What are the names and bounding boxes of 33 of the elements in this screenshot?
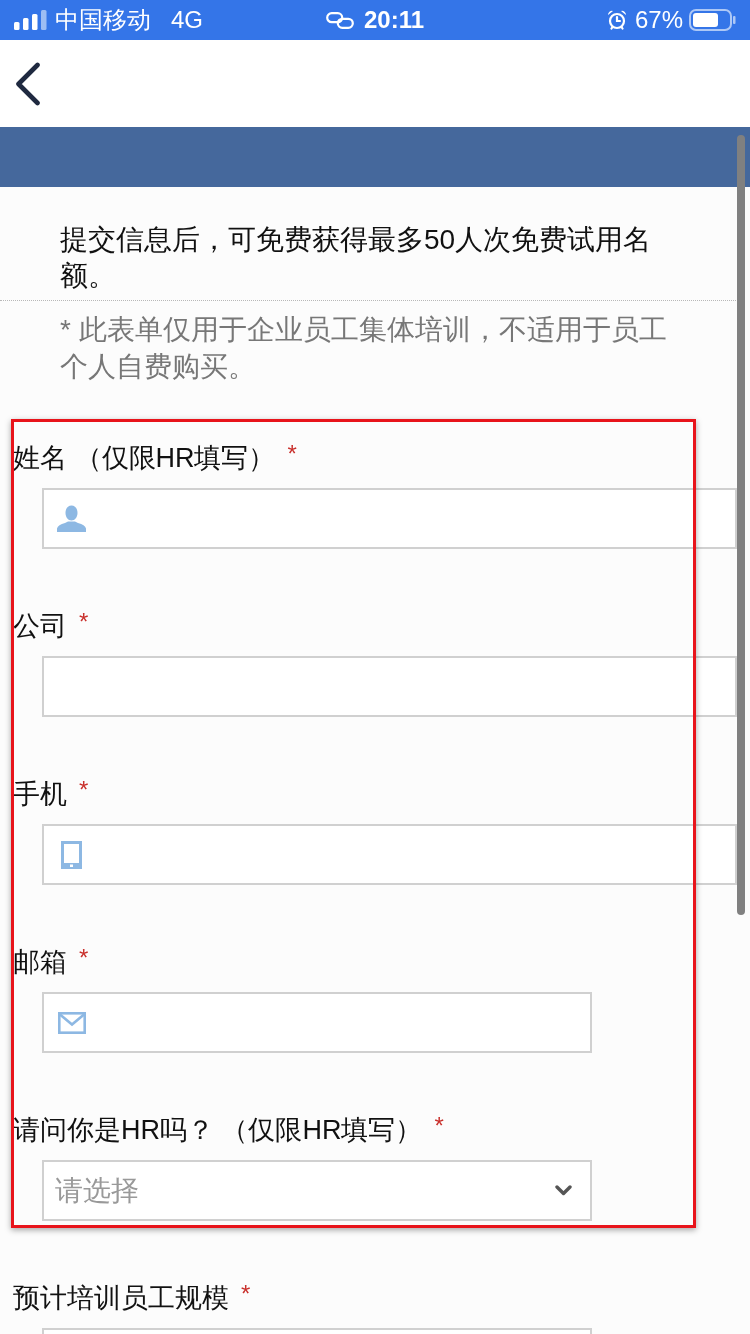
network-type: 4G <box>171 6 203 34</box>
field-label: 公司 <box>13 610 67 643</box>
field-label: 姓名 （仅限HR填写） <box>13 442 276 475</box>
chevron-down-icon <box>555 1185 572 1196</box>
back-button[interactable] <box>15 61 41 106</box>
email-field[interactable] <box>42 992 592 1053</box>
required-asterisk: * <box>287 440 297 468</box>
chevron-left-icon <box>15 61 41 106</box>
link-icon <box>325 11 354 29</box>
note-text: * 此表单仅用于企业员工集体培训，不适用于员工个人自费购买。 <box>60 313 668 384</box>
field-label: 手机 <box>13 778 67 811</box>
intro-text: 提交信息后，可免费获得最多50人次免费试用名额。 <box>59 223 653 293</box>
battery-icon <box>689 9 736 31</box>
phone-icon <box>61 840 82 869</box>
name-field[interactable] <box>42 488 737 549</box>
battery-percent: 67% <box>634 6 683 34</box>
carrier-name: 中国移动 <box>55 5 151 35</box>
required-asterisk: * <box>241 1280 251 1308</box>
phone-field[interactable] <box>42 824 737 885</box>
field-label: 预计培训员工规模 <box>13 1282 229 1315</box>
field-label: 邮箱 <box>13 946 67 979</box>
required-asterisk: * <box>434 1112 444 1140</box>
envelope-icon <box>57 1011 86 1034</box>
signal-icon <box>14 10 48 30</box>
person-icon <box>57 505 86 532</box>
select-field[interactable]: 请选择 <box>42 1160 592 1221</box>
required-asterisk: * <box>79 776 89 804</box>
required-asterisk: * <box>79 608 89 636</box>
text-field[interactable] <box>42 656 737 717</box>
alarm-clock-icon <box>606 10 627 30</box>
required-asterisk: * <box>79 944 89 972</box>
clock-time: 20:11 <box>363 6 425 34</box>
field-label: 请问你是HR吗？ （仅限HR填写） <box>13 1114 423 1147</box>
